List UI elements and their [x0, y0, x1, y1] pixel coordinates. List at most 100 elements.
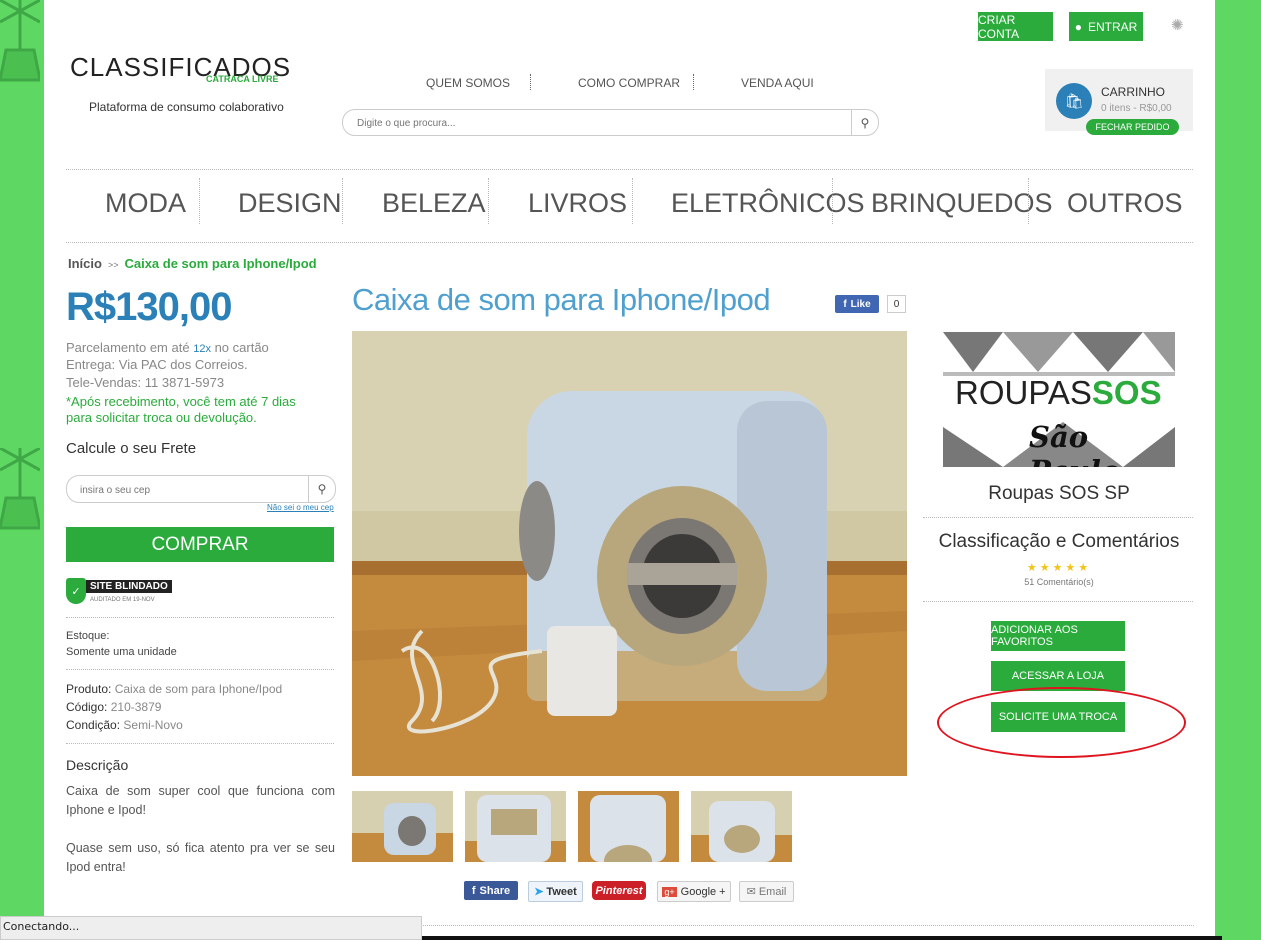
share-email-button[interactable]: ✉ Email: [739, 881, 794, 902]
search-button[interactable]: ⚲: [851, 110, 878, 135]
category-divider: [832, 178, 834, 224]
product-thumbnail[interactable]: [465, 791, 566, 862]
category-design[interactable]: DESIGN: [238, 188, 342, 219]
detail-condition: Condição: Semi-Novo: [66, 718, 183, 732]
cep-input[interactable]: [78, 480, 302, 500]
nav-divider: [530, 74, 532, 90]
installments-count: 12x: [193, 343, 211, 355]
detail-product-value: Caixa de som para Iphone/Ipod: [114, 682, 283, 696]
breadcrumb-current: Caixa de som para Iphone/Ipod: [124, 256, 317, 271]
product-thumbnail[interactable]: [578, 791, 679, 862]
bike-decoration-icon: [0, 448, 40, 530]
facebook-like[interactable]: f Like 0: [835, 295, 906, 313]
product-main-image[interactable]: [352, 331, 907, 776]
divider: [66, 617, 334, 618]
stock-value: Somente uma unidade: [66, 646, 177, 658]
login-button[interactable]: ● ENTRAR: [1069, 12, 1143, 41]
banner-city: São Paulo: [1029, 420, 1120, 467]
buy-button[interactable]: COMPRAR: [66, 527, 334, 562]
like-count: 0: [887, 295, 906, 313]
installments-info: Parcelamento em até 12x no cartão: [66, 340, 269, 355]
google-plus-icon: g+: [662, 886, 677, 897]
product-thumbnail[interactable]: [352, 791, 453, 862]
speaker-photo: [352, 331, 907, 776]
link-venda-aqui[interactable]: VENDA AQUI: [741, 76, 814, 90]
cart-title: CARRINHO: [1101, 85, 1166, 99]
window-bottom-edge: [422, 936, 1222, 940]
search-icon: ⚲: [317, 482, 327, 496]
annotation-ellipse: [937, 687, 1186, 758]
search-input[interactable]: [355, 113, 839, 133]
shipping-title: Calcule o seu Frete: [66, 440, 197, 457]
add-favorites-button[interactable]: ADICIONAR AOS FAVORITOS: [991, 621, 1125, 651]
banner-text: ROUPASSOS: [955, 374, 1162, 411]
category-nav: MODA DESIGN BELEZA LIVROS ELETRÔNICOS BR…: [66, 169, 1193, 243]
cart-widget[interactable]: 🛍 CARRINHO 0 itens - R$0,00 FECHAR PEDID…: [1045, 69, 1193, 135]
right-decoration: [1215, 0, 1261, 940]
rating-stars-icon: ★★★★★: [1026, 562, 1092, 574]
share-pinterest-button[interactable]: Pinterest: [592, 881, 646, 900]
category-brinquedos[interactable]: BRINQUEDOS: [871, 188, 1053, 219]
description-title: Descrição: [66, 757, 129, 773]
user-icon: ●: [1074, 19, 1082, 34]
description-p1: Caixa de som super cool que funciona com…: [66, 784, 335, 817]
comments-count[interactable]: 51 Comentário(s): [923, 577, 1195, 587]
security-badge[interactable]: ✓ SITE BLINDADO AUDITADO EM 19-NOV: [66, 578, 176, 606]
category-livros[interactable]: LIVROS: [528, 188, 627, 219]
share-google-button[interactable]: g+ Google +: [657, 881, 731, 902]
description-p2: Quase sem uso, só fica atento pra ver se…: [66, 841, 335, 874]
link-quem-somos[interactable]: QUEM SOMOS: [426, 76, 510, 90]
create-account-button[interactable]: CRIAR CONTA: [978, 12, 1053, 41]
category-moda[interactable]: MODA: [105, 188, 186, 219]
facebook-icon: f: [843, 298, 847, 310]
email-icon: ✉: [746, 886, 756, 898]
shield-check-icon: ✓: [66, 578, 86, 604]
thumbnail-photo: [578, 791, 679, 862]
store-banner[interactable]: ROUPASSOS São Paulo: [943, 332, 1175, 467]
category-divider: [342, 178, 344, 224]
page-container: CLASSIFICADOS CATRACA LIVRE Plataforma d…: [44, 0, 1215, 940]
thumbnail-photo: [691, 791, 792, 862]
divider: [923, 517, 1193, 518]
detail-code: Código: 210-3879: [66, 700, 162, 714]
product-thumbnail[interactable]: [691, 791, 792, 862]
category-divider: [488, 178, 490, 224]
divider: [354, 925, 1194, 926]
search-box: ⚲: [342, 109, 879, 136]
store-name[interactable]: Roupas SOS SP: [923, 483, 1195, 505]
link-como-comprar[interactable]: COMO COMPRAR: [578, 76, 680, 90]
detail-condition-value: Semi-Novo: [123, 718, 183, 732]
thumbnail-photo: [352, 791, 453, 862]
detail-code-value: 210-3879: [110, 700, 162, 714]
stock-label: Estoque:: [66, 630, 110, 642]
return-policy-line1: *Após recebimento, você tem até 7 dias: [66, 394, 296, 409]
cep-box: ⚲: [66, 475, 336, 503]
checkout-button[interactable]: FECHAR PEDIDO: [1086, 119, 1179, 135]
cep-help-link[interactable]: Não sei o meu cep: [267, 503, 334, 512]
breadcrumb: Início >> Caixa de som para Iphone/Ipod: [68, 256, 317, 271]
twitter-icon: ➤: [534, 886, 544, 898]
bike-decoration-icon: [0, 0, 40, 82]
shopping-bag-icon: 🛍: [1056, 83, 1092, 119]
category-beleza[interactable]: BELEZA: [382, 188, 486, 219]
facebook-like-button[interactable]: f Like: [835, 295, 879, 313]
share-twitter-button[interactable]: ➤ Tweet: [528, 881, 583, 902]
left-decoration: [0, 0, 44, 940]
facebook-icon: f: [471, 884, 476, 897]
nav-divider: [693, 74, 695, 90]
category-outros[interactable]: OUTROS: [1067, 188, 1183, 219]
breadcrumb-home[interactable]: Início: [68, 256, 102, 271]
product-title: Caixa de som para Iphone/Ipod: [352, 282, 771, 317]
logo-subtext: CATRACA LIVRE: [206, 74, 279, 84]
return-policy-line2: para solicitar troca ou devolução.: [66, 410, 257, 425]
divider: [66, 743, 334, 744]
phone-info: Tele-Vendas: 11 3871-5973: [66, 375, 225, 390]
detail-product: Produto: Caixa de som para Iphone/Ipod: [66, 682, 283, 696]
category-eletronicos[interactable]: ELETRÔNICOS: [671, 188, 865, 219]
share-facebook-button[interactable]: f Share: [464, 881, 518, 900]
cep-search-button[interactable]: ⚲: [308, 476, 335, 502]
delivery-info: Entrega: Via PAC dos Correios.: [66, 357, 248, 372]
category-divider: [1028, 178, 1030, 224]
category-divider: [632, 178, 634, 224]
divider: [923, 601, 1193, 602]
